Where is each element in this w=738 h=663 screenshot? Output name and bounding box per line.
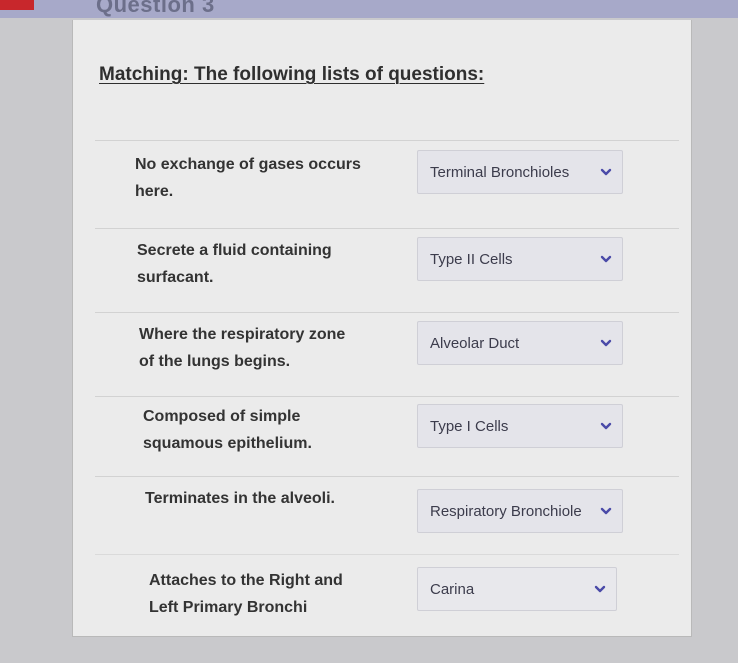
prompt-line: Terminates in the alveoli. bbox=[145, 490, 335, 507]
chevron-down-icon bbox=[598, 503, 614, 519]
prompt-line: Composed of simple bbox=[143, 408, 301, 425]
answer-value: Type II Cells bbox=[430, 250, 513, 268]
chevron-down-icon bbox=[598, 418, 614, 434]
answer-dropdown[interactable]: Carina bbox=[417, 567, 617, 611]
answer-value: Carina bbox=[430, 580, 475, 598]
chevron-down-icon bbox=[592, 581, 608, 597]
prompt-line: Left Primary Bronchi bbox=[149, 599, 308, 616]
prompt-line: of the lungs begins. bbox=[139, 353, 291, 370]
prompt-line: Secrete a fluid containing bbox=[137, 242, 332, 259]
prompt-line: Attaches to the Right and bbox=[149, 572, 343, 589]
answer-value: Respiratory Bronchiole bbox=[430, 502, 582, 520]
matching-prompt: Composed of simple squamous epithelium. bbox=[143, 403, 383, 457]
matching-row: Where the respiratory zone of the lungs … bbox=[95, 312, 679, 370]
top-bar-accent bbox=[0, 0, 34, 10]
answer-dropdown[interactable]: Terminal Bronchioles bbox=[417, 150, 623, 194]
question-card: Matching: The following lists of questio… bbox=[72, 20, 692, 637]
answer-value: Alveolar Duct bbox=[430, 334, 520, 352]
matching-row: Attaches to the Right and Left Primary B… bbox=[95, 554, 679, 616]
prompt-line: Where the respiratory zone bbox=[139, 326, 346, 343]
answer-dropdown[interactable]: Type I Cells bbox=[417, 404, 623, 448]
prompt-line: here. bbox=[135, 183, 174, 200]
prompt-line: surfacant. bbox=[137, 269, 214, 286]
answer-dropdown[interactable]: Alveolar Duct bbox=[417, 321, 623, 365]
matching-row: No exchange of gases occurs here. Termin… bbox=[95, 140, 679, 200]
matching-row: Terminates in the alveoli. Respiratory B… bbox=[95, 476, 679, 533]
matching-prompt: Terminates in the alveoli. bbox=[145, 485, 385, 512]
answer-dropdown[interactable]: Respiratory Bronchiole bbox=[417, 489, 623, 533]
question-title: Question 3 bbox=[96, 0, 215, 17]
matching-prompt: Where the respiratory zone of the lungs … bbox=[139, 321, 379, 375]
matching-row: Composed of simple squamous epithelium. … bbox=[95, 396, 679, 452]
answer-value: Type I Cells bbox=[430, 417, 509, 435]
answer-value: Terminal Bronchioles bbox=[430, 163, 570, 181]
top-bar: Question 3 bbox=[0, 0, 738, 18]
chevron-down-icon bbox=[598, 335, 614, 351]
prompt-line: squamous epithelium. bbox=[143, 435, 312, 452]
matching-prompt: No exchange of gases occurs here. bbox=[135, 151, 375, 205]
prompt-line: No exchange of gases occurs bbox=[135, 156, 361, 173]
chevron-down-icon bbox=[598, 164, 614, 180]
answer-dropdown[interactable]: Type II Cells bbox=[417, 237, 623, 281]
question-content: Matching: The following lists of questio… bbox=[95, 60, 679, 631]
chevron-down-icon bbox=[598, 251, 614, 267]
matching-heading: Matching: The following lists of questio… bbox=[99, 64, 485, 85]
matching-prompt: Secrete a fluid containing surfacant. bbox=[137, 237, 377, 291]
matching-row: Secrete a fluid containing surfacant. Ty… bbox=[95, 228, 679, 286]
matching-prompt: Attaches to the Right and Left Primary B… bbox=[149, 567, 389, 621]
